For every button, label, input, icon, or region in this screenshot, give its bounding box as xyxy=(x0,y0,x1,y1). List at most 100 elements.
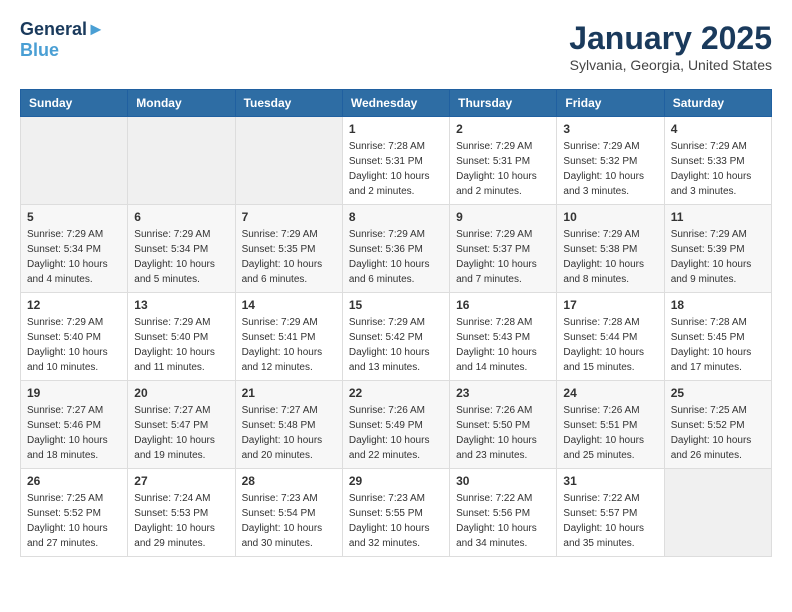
day-number: 7 xyxy=(242,210,336,224)
day-info: Sunrise: 7:29 AM Sunset: 5:36 PM Dayligh… xyxy=(349,227,443,287)
day-info: Sunrise: 7:29 AM Sunset: 5:37 PM Dayligh… xyxy=(456,227,550,287)
day-number: 22 xyxy=(349,386,443,400)
calendar-cell: 28 Sunrise: 7:23 AM Sunset: 5:54 PM Dayli… xyxy=(235,469,342,557)
day-header-sunday: Sunday xyxy=(21,90,128,117)
calendar-cell xyxy=(128,117,235,205)
month-title: January 2025 xyxy=(569,20,772,57)
week-row-3: 12 Sunrise: 7:29 AM Sunset: 5:40 PM Dayli… xyxy=(21,293,772,381)
day-number: 5 xyxy=(27,210,121,224)
day-info: Sunrise: 7:29 AM Sunset: 5:35 PM Dayligh… xyxy=(242,227,336,287)
day-header-monday: Monday xyxy=(128,90,235,117)
calendar-cell: 12 Sunrise: 7:29 AM Sunset: 5:40 PM Dayli… xyxy=(21,293,128,381)
day-info: Sunrise: 7:29 AM Sunset: 5:41 PM Dayligh… xyxy=(242,315,336,375)
day-info: Sunrise: 7:23 AM Sunset: 5:55 PM Dayligh… xyxy=(349,491,443,551)
day-number: 17 xyxy=(563,298,657,312)
calendar-cell: 23 Sunrise: 7:26 AM Sunset: 5:50 PM Dayli… xyxy=(450,381,557,469)
day-info: Sunrise: 7:27 AM Sunset: 5:46 PM Dayligh… xyxy=(27,403,121,463)
day-number: 18 xyxy=(671,298,765,312)
day-number: 24 xyxy=(563,386,657,400)
calendar-cell: 31 Sunrise: 7:22 AM Sunset: 5:57 PM Dayli… xyxy=(557,469,664,557)
page-header: General► Blue January 2025 Sylvania, Geo… xyxy=(20,20,772,73)
calendar-cell: 6 Sunrise: 7:29 AM Sunset: 5:34 PM Daylig… xyxy=(128,205,235,293)
week-row-5: 26Sunrise: 7:25 AM Sunset: 5:52 PM Dayli… xyxy=(21,469,772,557)
day-info: Sunrise: 7:28 AM Sunset: 5:44 PM Dayligh… xyxy=(563,315,657,375)
week-row-2: 5 Sunrise: 7:29 AM Sunset: 5:34 PM Daylig… xyxy=(21,205,772,293)
logo: General► Blue xyxy=(20,20,105,61)
day-number: 3 xyxy=(563,122,657,136)
day-number: 13 xyxy=(134,298,228,312)
logo-text: General► xyxy=(20,20,105,40)
day-info: Sunrise: 7:26 AM Sunset: 5:50 PM Dayligh… xyxy=(456,403,550,463)
calendar-cell: 22Sunrise: 7:26 AM Sunset: 5:49 PM Dayli… xyxy=(342,381,449,469)
day-info: Sunrise: 7:29 AM Sunset: 5:33 PM Dayligh… xyxy=(671,139,765,199)
day-info: Sunrise: 7:23 AM Sunset: 5:54 PM Dayligh… xyxy=(242,491,336,551)
calendar-cell: 1 Sunrise: 7:28 AM Sunset: 5:31 PM Daylig… xyxy=(342,117,449,205)
day-number: 6 xyxy=(134,210,228,224)
subtitle: Sylvania, Georgia, United States xyxy=(569,57,772,73)
calendar-cell: 10Sunrise: 7:29 AM Sunset: 5:38 PM Dayli… xyxy=(557,205,664,293)
day-info: Sunrise: 7:24 AM Sunset: 5:53 PM Dayligh… xyxy=(134,491,228,551)
day-header-friday: Friday xyxy=(557,90,664,117)
day-info: Sunrise: 7:29 AM Sunset: 5:31 PM Dayligh… xyxy=(456,139,550,199)
logo-blue: Blue xyxy=(20,40,105,61)
calendar-header-row: SundayMondayTuesdayWednesdayThursdayFrid… xyxy=(21,90,772,117)
day-info: Sunrise: 7:29 AM Sunset: 5:40 PM Dayligh… xyxy=(27,315,121,375)
day-number: 4 xyxy=(671,122,765,136)
day-info: Sunrise: 7:22 AM Sunset: 5:57 PM Dayligh… xyxy=(563,491,657,551)
calendar-cell: 14 Sunrise: 7:29 AM Sunset: 5:41 PM Dayli… xyxy=(235,293,342,381)
day-info: Sunrise: 7:29 AM Sunset: 5:34 PM Dayligh… xyxy=(27,227,121,287)
day-number: 19 xyxy=(27,386,121,400)
calendar-table: SundayMondayTuesdayWednesdayThursdayFrid… xyxy=(20,89,772,557)
day-info: Sunrise: 7:26 AM Sunset: 5:51 PM Dayligh… xyxy=(563,403,657,463)
day-number: 15 xyxy=(349,298,443,312)
calendar-cell: 26Sunrise: 7:25 AM Sunset: 5:52 PM Dayli… xyxy=(21,469,128,557)
day-number: 29 xyxy=(349,474,443,488)
calendar-cell: 9 Sunrise: 7:29 AM Sunset: 5:37 PM Daylig… xyxy=(450,205,557,293)
day-info: Sunrise: 7:29 AM Sunset: 5:40 PM Dayligh… xyxy=(134,315,228,375)
day-info: Sunrise: 7:29 AM Sunset: 5:34 PM Dayligh… xyxy=(134,227,228,287)
day-number: 21 xyxy=(242,386,336,400)
calendar-cell: 21 Sunrise: 7:27 AM Sunset: 5:48 PM Dayli… xyxy=(235,381,342,469)
calendar-cell: 16Sunrise: 7:28 AM Sunset: 5:43 PM Dayli… xyxy=(450,293,557,381)
day-number: 26 xyxy=(27,474,121,488)
day-number: 2 xyxy=(456,122,550,136)
calendar-cell: 30Sunrise: 7:22 AM Sunset: 5:56 PM Dayli… xyxy=(450,469,557,557)
calendar-cell: 4 Sunrise: 7:29 AM Sunset: 5:33 PM Daylig… xyxy=(664,117,771,205)
calendar-cell: 7 Sunrise: 7:29 AM Sunset: 5:35 PM Daylig… xyxy=(235,205,342,293)
day-info: Sunrise: 7:25 AM Sunset: 5:52 PM Dayligh… xyxy=(671,403,765,463)
calendar-cell: 5 Sunrise: 7:29 AM Sunset: 5:34 PM Daylig… xyxy=(21,205,128,293)
day-info: Sunrise: 7:22 AM Sunset: 5:56 PM Dayligh… xyxy=(456,491,550,551)
day-number: 31 xyxy=(563,474,657,488)
day-header-wednesday: Wednesday xyxy=(342,90,449,117)
day-number: 20 xyxy=(134,386,228,400)
day-header-saturday: Saturday xyxy=(664,90,771,117)
day-number: 14 xyxy=(242,298,336,312)
calendar-cell: 3 Sunrise: 7:29 AM Sunset: 5:32 PM Daylig… xyxy=(557,117,664,205)
calendar-cell: 8 Sunrise: 7:29 AM Sunset: 5:36 PM Daylig… xyxy=(342,205,449,293)
week-row-1: 1 Sunrise: 7:28 AM Sunset: 5:31 PM Daylig… xyxy=(21,117,772,205)
calendar-cell: 24 Sunrise: 7:26 AM Sunset: 5:51 PM Dayli… xyxy=(557,381,664,469)
calendar-cell xyxy=(664,469,771,557)
day-number: 1 xyxy=(349,122,443,136)
day-info: Sunrise: 7:29 AM Sunset: 5:39 PM Dayligh… xyxy=(671,227,765,287)
calendar-cell: 27 Sunrise: 7:24 AM Sunset: 5:53 PM Dayli… xyxy=(128,469,235,557)
day-number: 12 xyxy=(27,298,121,312)
day-info: Sunrise: 7:29 AM Sunset: 5:42 PM Dayligh… xyxy=(349,315,443,375)
calendar-cell: 19 Sunrise: 7:27 AM Sunset: 5:46 PM Dayli… xyxy=(21,381,128,469)
day-header-thursday: Thursday xyxy=(450,90,557,117)
calendar-cell: 25Sunrise: 7:25 AM Sunset: 5:52 PM Dayli… xyxy=(664,381,771,469)
day-number: 8 xyxy=(349,210,443,224)
day-info: Sunrise: 7:27 AM Sunset: 5:48 PM Dayligh… xyxy=(242,403,336,463)
day-number: 27 xyxy=(134,474,228,488)
calendar-cell: 15 Sunrise: 7:29 AM Sunset: 5:42 PM Dayli… xyxy=(342,293,449,381)
calendar-cell xyxy=(21,117,128,205)
day-number: 10 xyxy=(563,210,657,224)
day-number: 11 xyxy=(671,210,765,224)
day-info: Sunrise: 7:28 AM Sunset: 5:31 PM Dayligh… xyxy=(349,139,443,199)
day-number: 28 xyxy=(242,474,336,488)
calendar-cell: 20Sunrise: 7:27 AM Sunset: 5:47 PM Dayli… xyxy=(128,381,235,469)
day-info: Sunrise: 7:29 AM Sunset: 5:32 PM Dayligh… xyxy=(563,139,657,199)
day-info: Sunrise: 7:28 AM Sunset: 5:45 PM Dayligh… xyxy=(671,315,765,375)
day-number: 9 xyxy=(456,210,550,224)
day-number: 23 xyxy=(456,386,550,400)
